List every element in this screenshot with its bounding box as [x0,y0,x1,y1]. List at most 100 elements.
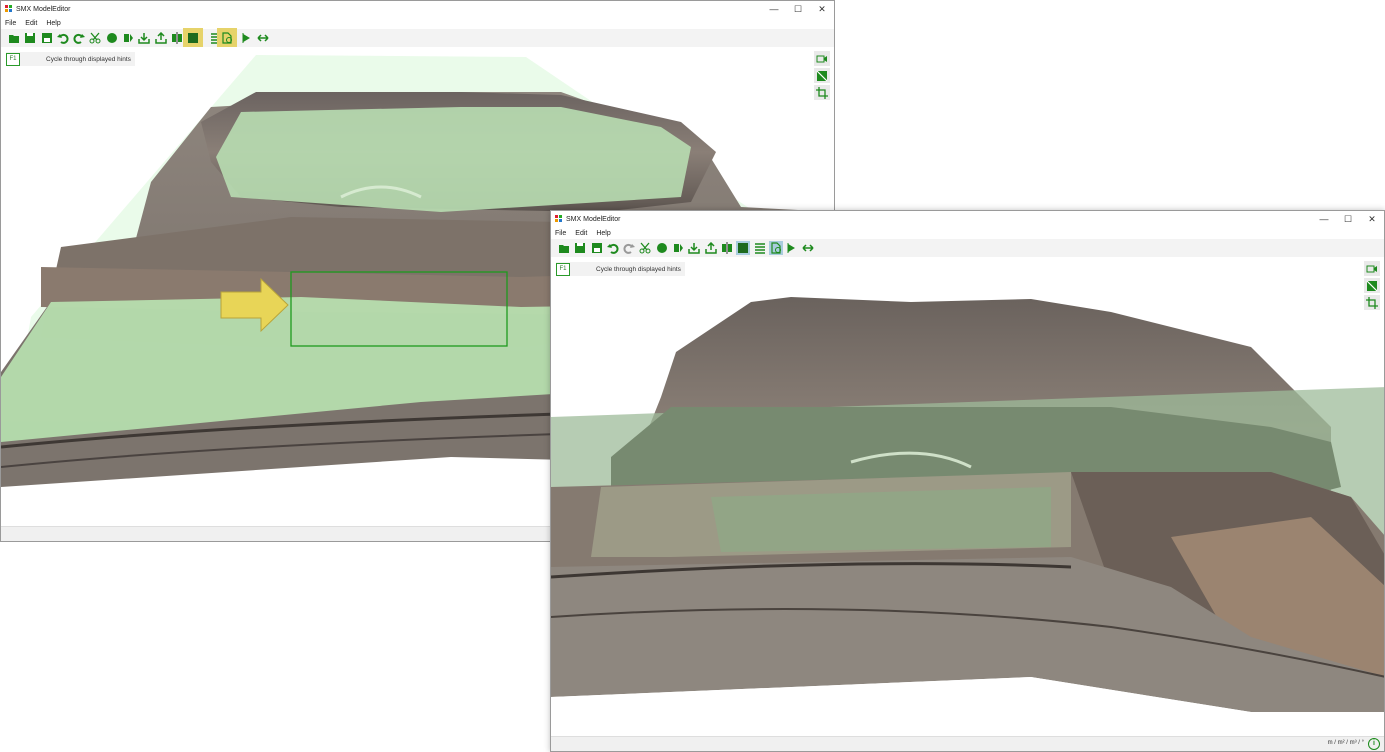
export-icon [154,32,167,44]
measure-button[interactable] [256,31,270,45]
section-icon [816,70,828,81]
open-button[interactable] [557,241,571,255]
open-folder-icon [559,245,569,253]
undo-button[interactable] [606,241,620,255]
export-icon [704,242,717,254]
save-as-icon [41,33,52,43]
import-button[interactable] [137,31,151,45]
undo-icon [606,243,619,254]
pointer-button[interactable] [785,241,799,255]
window-title: SMX ModelEditor [566,215,621,223]
measure-button[interactable] [801,241,815,255]
sphere-button[interactable] [105,31,119,45]
crop-icon [816,86,828,99]
view-controls [814,51,830,102]
toolbar [1,28,834,48]
app-logo-icon [5,5,13,13]
menu-help[interactable]: Help [596,230,610,237]
minimize-button[interactable]: — [1312,211,1336,227]
maximize-button[interactable]: ☐ [786,1,810,17]
redo-icon [623,243,636,254]
save-as-button[interactable] [590,241,604,255]
import-button[interactable] [687,241,701,255]
camera-icon [1366,265,1377,272]
list-button[interactable] [753,241,767,255]
section-button[interactable] [814,68,830,83]
hint-key: F1 [556,262,570,276]
close-button[interactable]: ✕ [810,1,834,17]
camera-button[interactable] [814,51,830,66]
save-as-icon [591,243,602,253]
menu-bar: File Edit Help [1,17,834,29]
menu-edit[interactable]: Edit [575,230,587,237]
crop-icon [1366,296,1378,309]
sphere-icon [656,243,667,253]
open-button[interactable] [7,31,21,45]
save-icon [575,243,586,253]
title-bar: SMX ModelEditor — ☐ ✕ [551,211,1384,227]
menu-file[interactable]: File [555,230,566,237]
mirror-icon [674,244,684,252]
maximize-button[interactable]: ☐ [1336,211,1360,227]
menu-edit[interactable]: Edit [25,20,37,27]
model-editor-window-front: SMX ModelEditor — ☐ ✕ File Edit Help F1 … [550,210,1385,752]
plane-select-tool[interactable] [183,28,204,48]
plane-icon [738,243,749,253]
mirror-button[interactable] [121,31,135,45]
redo-button[interactable] [72,31,86,45]
arrow-right-icon [242,33,251,43]
minimize-button[interactable]: — [762,1,786,17]
hint-bar: F1 Cycle through displayed hints [556,262,685,276]
plane-select-tool[interactable] [736,241,751,255]
units-label: m / m² / m³ / ° [1327,740,1364,746]
menu-file[interactable]: File [5,20,16,27]
list-icon [754,243,765,254]
view-controls [1364,261,1380,312]
mirror-button[interactable] [671,241,685,255]
redo-icon [73,33,86,44]
info-icon[interactable]: i [1368,738,1380,750]
hint-bar: F1 Cycle through displayed hints [6,52,135,66]
rotate-model-icon [771,242,781,254]
toolbar [551,239,1384,258]
cut-button[interactable] [638,241,652,255]
app-logo-icon [555,215,563,223]
pointer-button[interactable] [240,31,254,45]
menu-help[interactable]: Help [46,20,60,27]
crop-button[interactable] [1364,295,1380,310]
align-icon [721,242,732,254]
arrow-right-icon [787,243,796,253]
save-button[interactable] [23,31,37,45]
open-folder-icon [9,35,19,43]
plane-icon [188,33,199,43]
section-button[interactable] [1364,278,1380,293]
window-title: SMX ModelEditor [16,5,71,13]
export-button[interactable] [154,31,168,45]
export-button[interactable] [704,241,718,255]
save-button[interactable] [573,241,587,255]
hint-text: Cycle through displayed hints [596,265,681,273]
align-button[interactable] [720,241,734,255]
sphere-button[interactable] [655,241,669,255]
align-icon [171,32,182,44]
redo-button[interactable] [622,241,636,255]
title-bar: SMX ModelEditor — ☐ ✕ [1,1,834,17]
sphere-icon [106,33,117,43]
menu-bar: File Edit Help [551,227,1384,239]
cut-icon [639,242,651,254]
section-icon [1366,280,1378,291]
undo-button[interactable] [56,31,70,45]
3d-viewport[interactable]: F1 Cycle through displayed hints [551,257,1384,737]
rotate-model-tool[interactable] [216,28,237,48]
camera-button[interactable] [1364,261,1380,276]
camera-icon [816,55,827,62]
save-as-button[interactable] [40,31,54,45]
rotate-model-icon [222,32,232,44]
close-button[interactable]: ✕ [1360,211,1384,227]
rotate-model-tool[interactable] [768,241,783,255]
align-button[interactable] [170,31,184,45]
undo-icon [56,33,69,44]
cut-button[interactable] [88,31,102,45]
import-icon [688,243,701,254]
crop-button[interactable] [814,85,830,100]
